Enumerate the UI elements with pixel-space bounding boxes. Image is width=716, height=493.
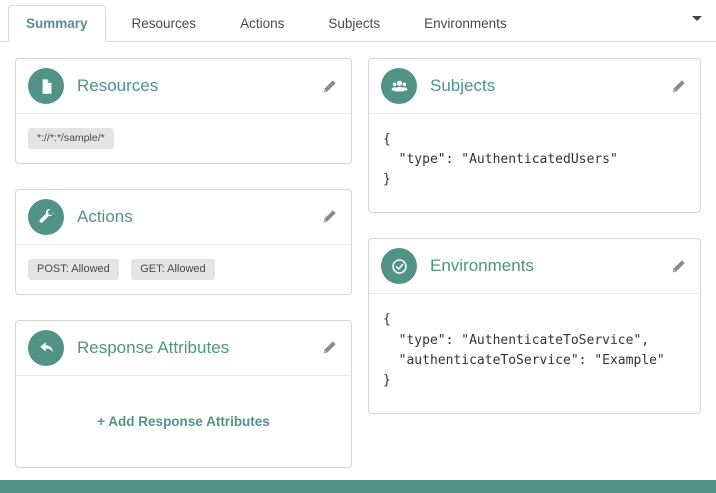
card-actions-header: Actions (16, 190, 351, 245)
tab-actions[interactable]: Actions (222, 5, 302, 42)
card-subjects-header: Subjects (369, 59, 700, 114)
card-response-attributes-body: + Add Response Attributes (16, 376, 351, 467)
card-actions-body: POST: Allowed GET: Allowed (16, 245, 351, 294)
action-pill-post: POST: Allowed (28, 258, 119, 280)
tab-environments[interactable]: Environments (406, 5, 525, 42)
card-environments-header: Environments (369, 239, 700, 295)
card-subjects: Subjects { "type": "AuthenticatedUsers" … (368, 58, 701, 214)
card-resources: Resources *://*:*/sample/* (15, 58, 352, 164)
card-subjects-body: { "type": "AuthenticatedUsers" } (369, 114, 700, 212)
card-response-attributes-title: Response Attributes (77, 337, 230, 357)
summary-content: Resources *://*:*/sample/* Actions POST:… (0, 42, 716, 468)
tab-resources[interactable]: Resources (114, 5, 215, 42)
edit-response-attributes-pencil-icon[interactable] (320, 338, 339, 357)
tab-bar: Summary Resources Actions Subjects Envir… (0, 0, 716, 42)
card-resources-title: Resources (77, 76, 159, 95)
resource-pattern-pill: *://*:*/sample/* (28, 128, 114, 149)
edit-resources-pencil-icon[interactable] (320, 77, 339, 96)
card-response-attributes-header: Response Attributes (16, 321, 351, 376)
file-icon (28, 68, 64, 104)
card-actions: Actions POST: Allowed GET: Allowed (15, 188, 352, 295)
card-environments: Environments { "type": "AuthenticateToSe… (368, 238, 701, 414)
edit-actions-pencil-icon[interactable] (320, 207, 339, 226)
left-column: Resources *://*:*/sample/* Actions POST:… (15, 58, 352, 468)
card-environments-title: Environments (430, 256, 534, 276)
footer-bar (0, 480, 716, 493)
card-resources-header: Resources (16, 59, 351, 114)
tab-summary[interactable]: Summary (8, 5, 106, 42)
users-icon (381, 68, 417, 104)
environments-json-code: { "type": "AuthenticateToService", "auth… (383, 312, 665, 388)
add-response-attributes-button[interactable]: + Add Response Attributes (28, 390, 339, 453)
subjects-json-code: { "type": "AuthenticatedUsers" } (383, 132, 618, 188)
chevron-down-icon[interactable] (692, 15, 702, 21)
tab-subjects[interactable]: Subjects (310, 5, 398, 42)
card-resources-body: *://*:*/sample/* (16, 114, 351, 163)
action-pill-get: GET: Allowed (131, 258, 215, 280)
check-circle-icon (381, 248, 417, 285)
reply-arrow-icon (28, 329, 64, 366)
right-column: Subjects { "type": "AuthenticatedUsers" … (368, 58, 701, 468)
card-subjects-title: Subjects (430, 76, 496, 95)
wrench-icon (28, 198, 64, 235)
edit-subjects-pencil-icon[interactable] (669, 77, 688, 96)
card-response-attributes: Response Attributes + Add Response Attri… (15, 319, 352, 468)
card-actions-title: Actions (77, 206, 133, 226)
edit-environments-pencil-icon[interactable] (669, 257, 688, 276)
card-environments-body: { "type": "AuthenticateToService", "auth… (369, 294, 700, 413)
